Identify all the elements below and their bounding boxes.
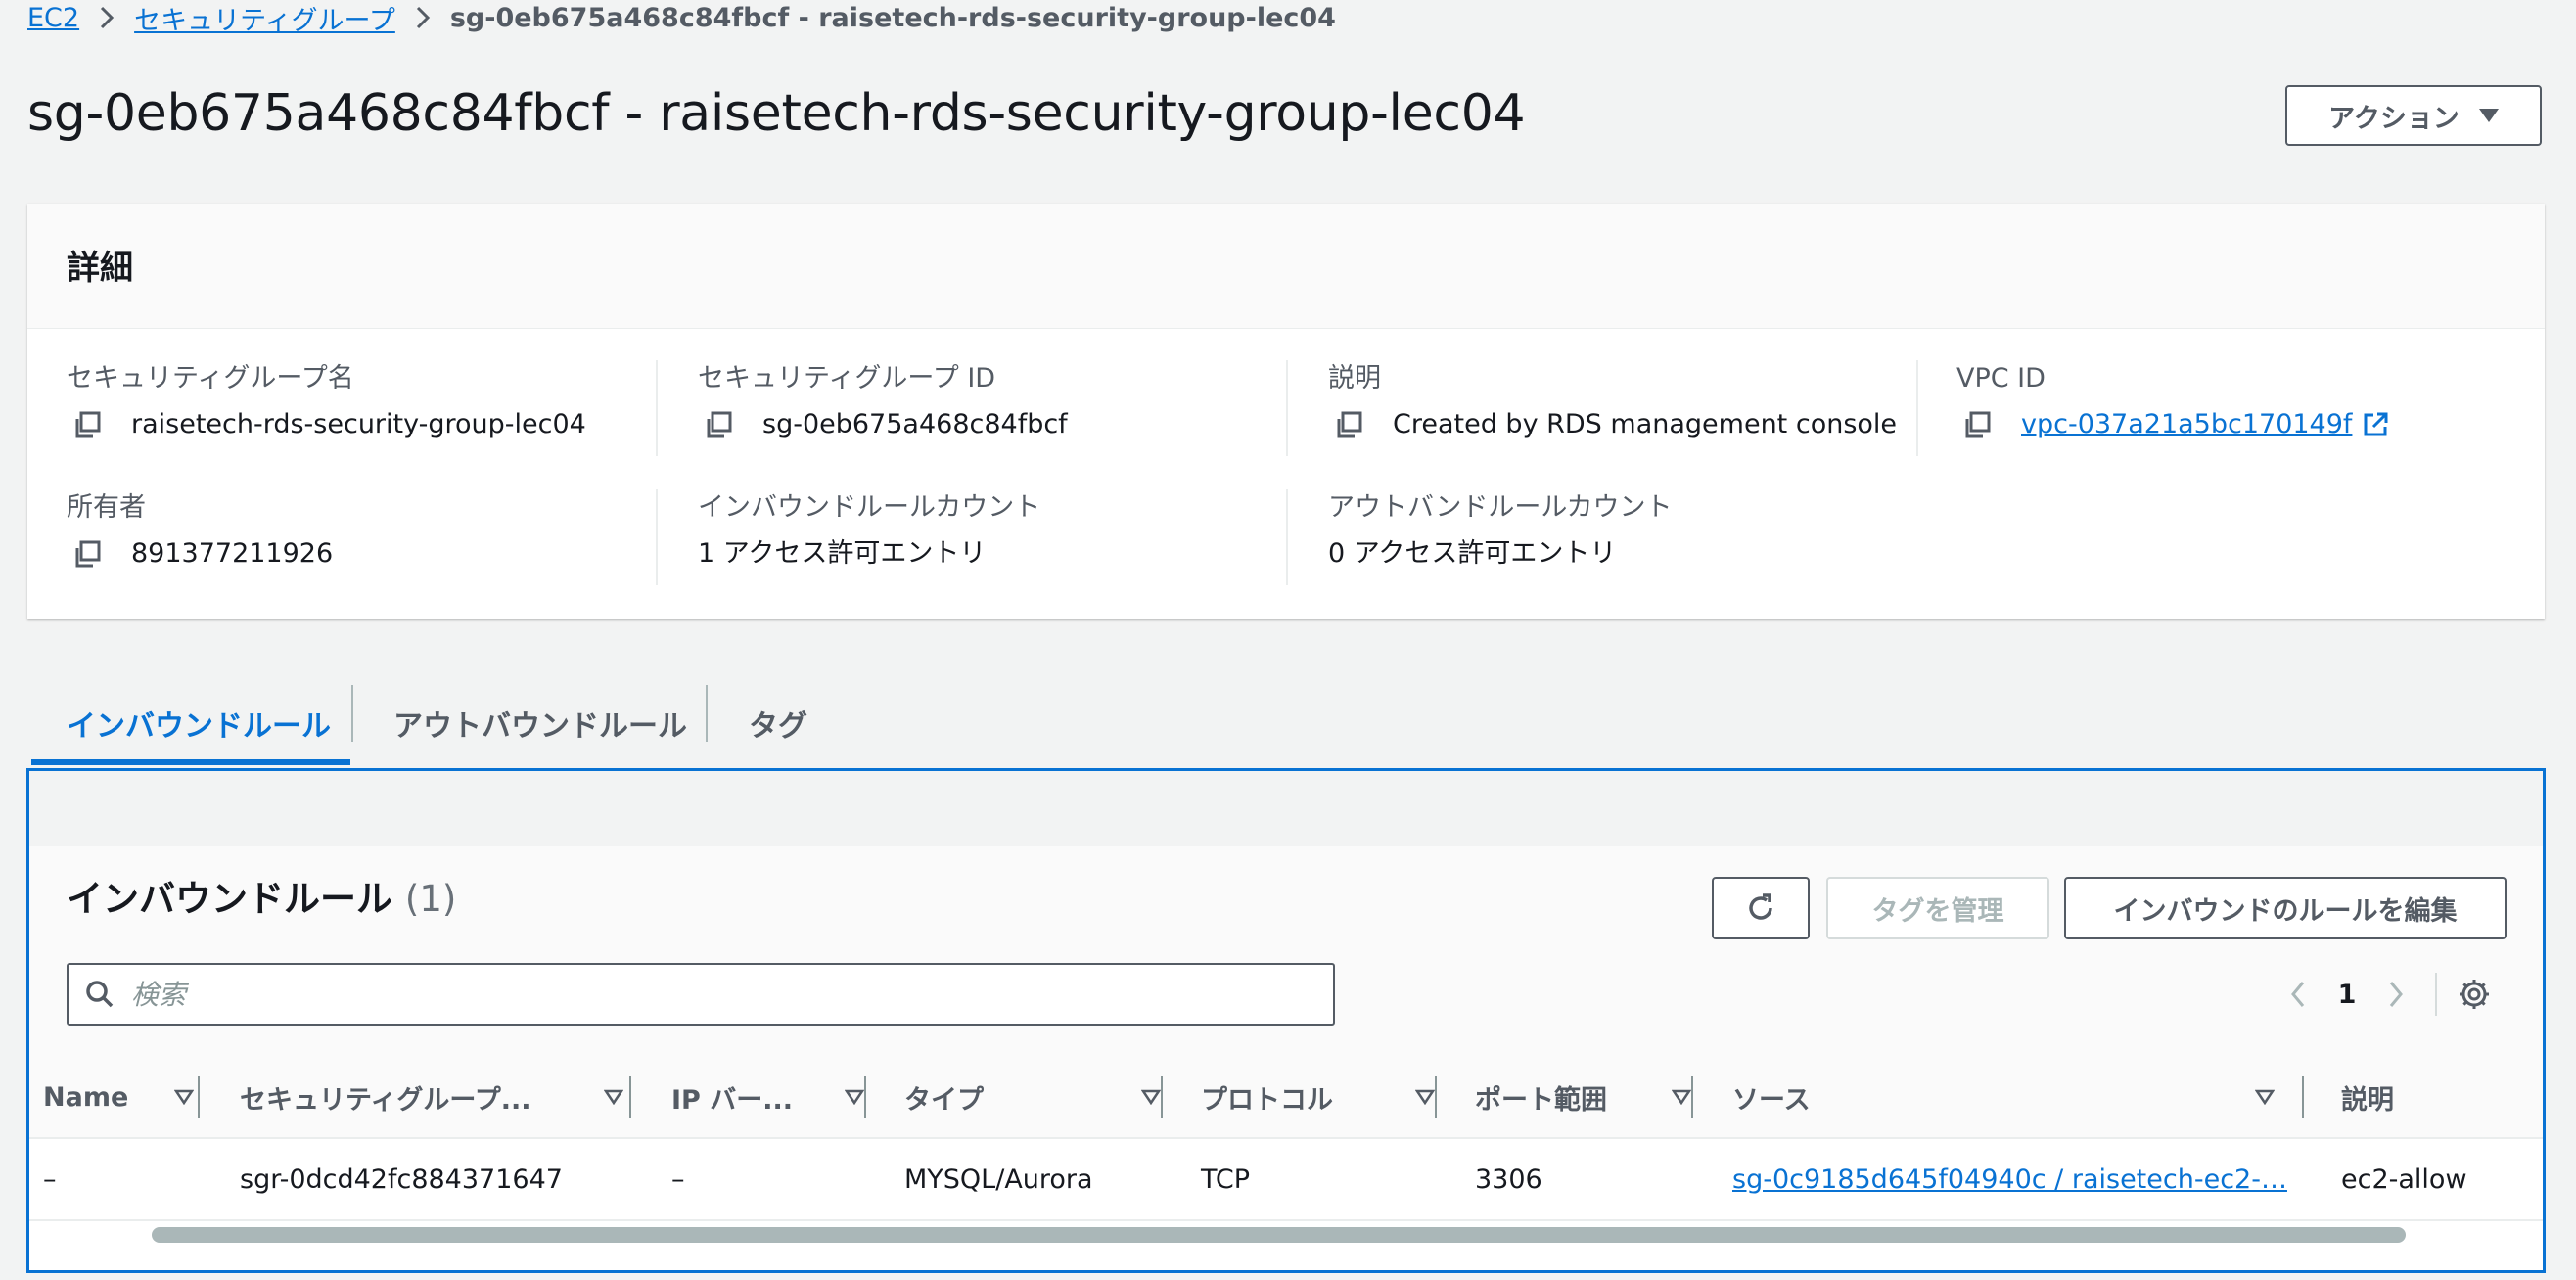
outbound-count-value: 0 アクセス許可エントリ [1328,538,1617,569]
field-label: VPC ID [1956,363,2046,393]
breadcrumb: EC2 セキュリティグループ sg-0eb675a468c84fbcf - ra… [27,0,1336,37]
column-header-protocol[interactable]: プロトコル [1201,1057,1333,1137]
tab-content-header-strip [29,771,2543,846]
column-divider[interactable] [1691,1076,1693,1118]
column-header-name[interactable]: Name [43,1057,128,1137]
column-divider[interactable] [1161,1076,1163,1118]
copy-icon[interactable] [69,406,106,443]
inbound-rules-title: インバウンドルール (1) [67,869,456,922]
column-divider[interactable] [2302,1076,2304,1118]
settings-gear-icon[interactable] [2457,977,2492,1012]
cell-source-link[interactable]: sg-0c9185d645f04940c / raisetech-ec2-… [1732,1165,2287,1195]
column-divider [1916,360,1918,456]
chevron-right-icon[interactable] [2378,981,2414,1008]
description-value: Created by RDS management console [1393,409,1898,439]
sort-icon[interactable] [601,1084,626,1110]
column-divider[interactable] [864,1076,866,1118]
column-divider [656,489,658,585]
copy-icon[interactable] [69,535,106,572]
column-header-type[interactable]: タイプ [904,1057,984,1137]
caret-down-icon [2478,109,2499,122]
search-icon [84,979,115,1010]
edit-inbound-rules-button[interactable]: インバウンドのルールを編集 [2064,877,2507,939]
column-divider[interactable] [1435,1076,1437,1118]
page-title: sg-0eb675a468c84fbcf - raisetech-rds-sec… [27,84,1526,143]
manage-tags-button[interactable]: タグを管理 [1826,877,2049,939]
column-header-ip-version[interactable]: IP バー... [671,1057,793,1137]
field-inbound-count: インバウンドルールカウント 1 アクセス許可エントリ [698,489,1040,573]
column-header-port-range[interactable]: ポート範囲 [1475,1057,1607,1137]
chevron-right-icon [405,0,440,35]
actions-dropdown-button[interactable]: アクション [2285,85,2542,146]
field-label: 所有者 [67,492,146,523]
field-label: アウトバンドルールカウント [1328,492,1673,523]
breadcrumb-security-groups[interactable]: セキュリティグループ [134,0,395,37]
search-field[interactable] [67,963,1335,1026]
cell-name: – [43,1164,57,1195]
column-divider [1286,360,1288,456]
table-header-row: Name セキュリティグループ... IP バー... タイプ プロトコル ポー… [29,1057,2543,1139]
field-sg-id: セキュリティグループ ID sg-0eb675a468c84fbcf [698,360,1068,444]
tab-divider [706,685,708,742]
cell-ip-version: – [671,1164,685,1195]
copy-icon[interactable] [1330,406,1367,443]
column-divider [656,360,658,456]
field-owner: 所有者 891377211926 [67,489,333,573]
tab-divider [351,685,353,742]
field-label: セキュリティグループ名 [67,363,354,393]
cell-port-range: 3306 [1475,1164,1542,1195]
owner-value: 891377211926 [131,538,334,569]
external-link-icon[interactable] [2362,411,2389,438]
details-title: 詳細 [67,249,133,288]
inbound-rules-container: インバウンドルール (1) タグを管理 インバウンドのルールを編集 1 Name… [26,768,2546,1273]
refresh-button[interactable] [1712,877,1810,939]
inbound-rules-title-text: インバウンドルール [67,878,392,920]
active-tab-indicator [31,759,350,765]
actions-button-label: アクション [2328,103,2460,134]
column-header-description[interactable]: 説明 [2341,1057,2394,1137]
field-label: セキュリティグループ ID [698,363,996,393]
sg-name-value: raisetech-rds-security-group-lec04 [131,409,586,439]
page-number[interactable]: 1 [2316,980,2378,1010]
tab-inbound-rules[interactable]: インバウンドルール [67,679,331,767]
column-divider[interactable] [629,1076,631,1118]
chevron-left-icon[interactable] [2280,981,2316,1008]
cell-protocol: TCP [1201,1164,1251,1195]
field-label: 説明 [1328,363,1381,393]
pagination: 1 [2280,963,2492,1026]
inbound-rules-count: (1) [404,878,457,920]
details-panel: 詳細 セキュリティグループ名 raisetech-rds-security-gr… [27,204,2545,619]
field-description: 説明 Created by RDS management console [1328,360,1897,444]
field-label: インバウンドルールカウント [698,492,1041,523]
details-panel-header [27,204,2545,329]
search-input[interactable] [129,977,1333,1012]
sort-icon[interactable] [171,1084,197,1110]
cell-rule-id: sgr-0dcd42fc884371647 [240,1164,563,1195]
horizontal-scrollbar[interactable] [152,1227,2406,1243]
column-header-rule-id[interactable]: セキュリティグループ... [240,1057,531,1137]
pager-divider [2435,973,2437,1016]
refresh-icon [1743,891,1778,926]
column-divider [1286,489,1288,585]
vpc-id-link[interactable]: vpc-037a21a5bc170149f [2021,405,2352,444]
cell-description: ec2-allow [2341,1164,2467,1195]
field-sg-name: セキュリティグループ名 raisetech-rds-security-group… [67,360,586,444]
cell-type: MYSQL/Aurora [904,1164,1093,1195]
copy-icon[interactable] [1958,406,1996,443]
column-header-source[interactable]: ソース [1732,1057,1811,1137]
tab-outbound-rules[interactable]: アウトバウンドルール [393,679,687,767]
copy-icon[interactable] [700,406,737,443]
breadcrumb-ec2[interactable]: EC2 [27,3,79,33]
field-outbound-count: アウトバンドルールカウント 0 アクセス許可エントリ [1328,489,1673,573]
breadcrumb-current: sg-0eb675a468c84fbcf - raisetech-rds-sec… [449,2,1336,33]
sg-id-value: sg-0eb675a468c84fbcf [762,409,1068,439]
chevron-right-icon [89,0,124,35]
table-row[interactable]: – sgr-0dcd42fc884371647 – MYSQL/Aurora T… [29,1139,2543,1221]
field-vpc-id: VPC ID vpc-037a21a5bc170149f [1956,360,2389,444]
sort-icon[interactable] [2252,1084,2277,1110]
tab-tags[interactable]: タグ [749,679,807,767]
inbound-count-value: 1 アクセス許可エントリ [698,538,987,569]
column-divider[interactable] [198,1076,200,1118]
